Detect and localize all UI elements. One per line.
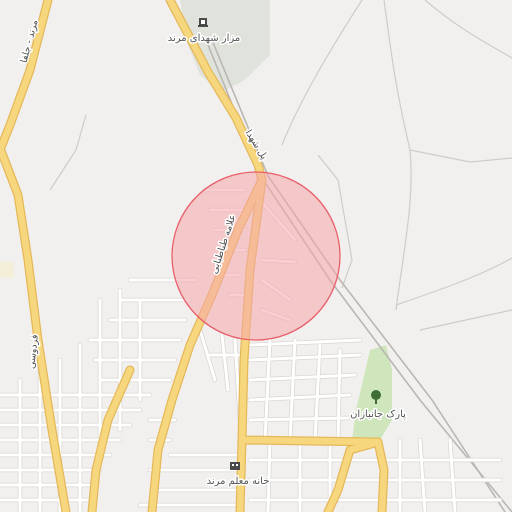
search-radius-circle[interactable] [171, 171, 341, 341]
building-icon [230, 462, 240, 470]
label-teacher-house: خانه معلم مرند [207, 476, 270, 487]
monument-icon [198, 18, 208, 27]
label-park: پارک جانبازان [350, 409, 406, 420]
edge-highlight [0, 262, 14, 278]
label-cemetery: مزار شهدای مرند [168, 33, 241, 44]
map-view[interactable]: مزار شهدای مرند پل شهدا علامه طباطبایی م… [0, 0, 512, 512]
map-canvas[interactable]: مزار شهدای مرند پل شهدا علامه طباطبایی م… [0, 0, 512, 512]
